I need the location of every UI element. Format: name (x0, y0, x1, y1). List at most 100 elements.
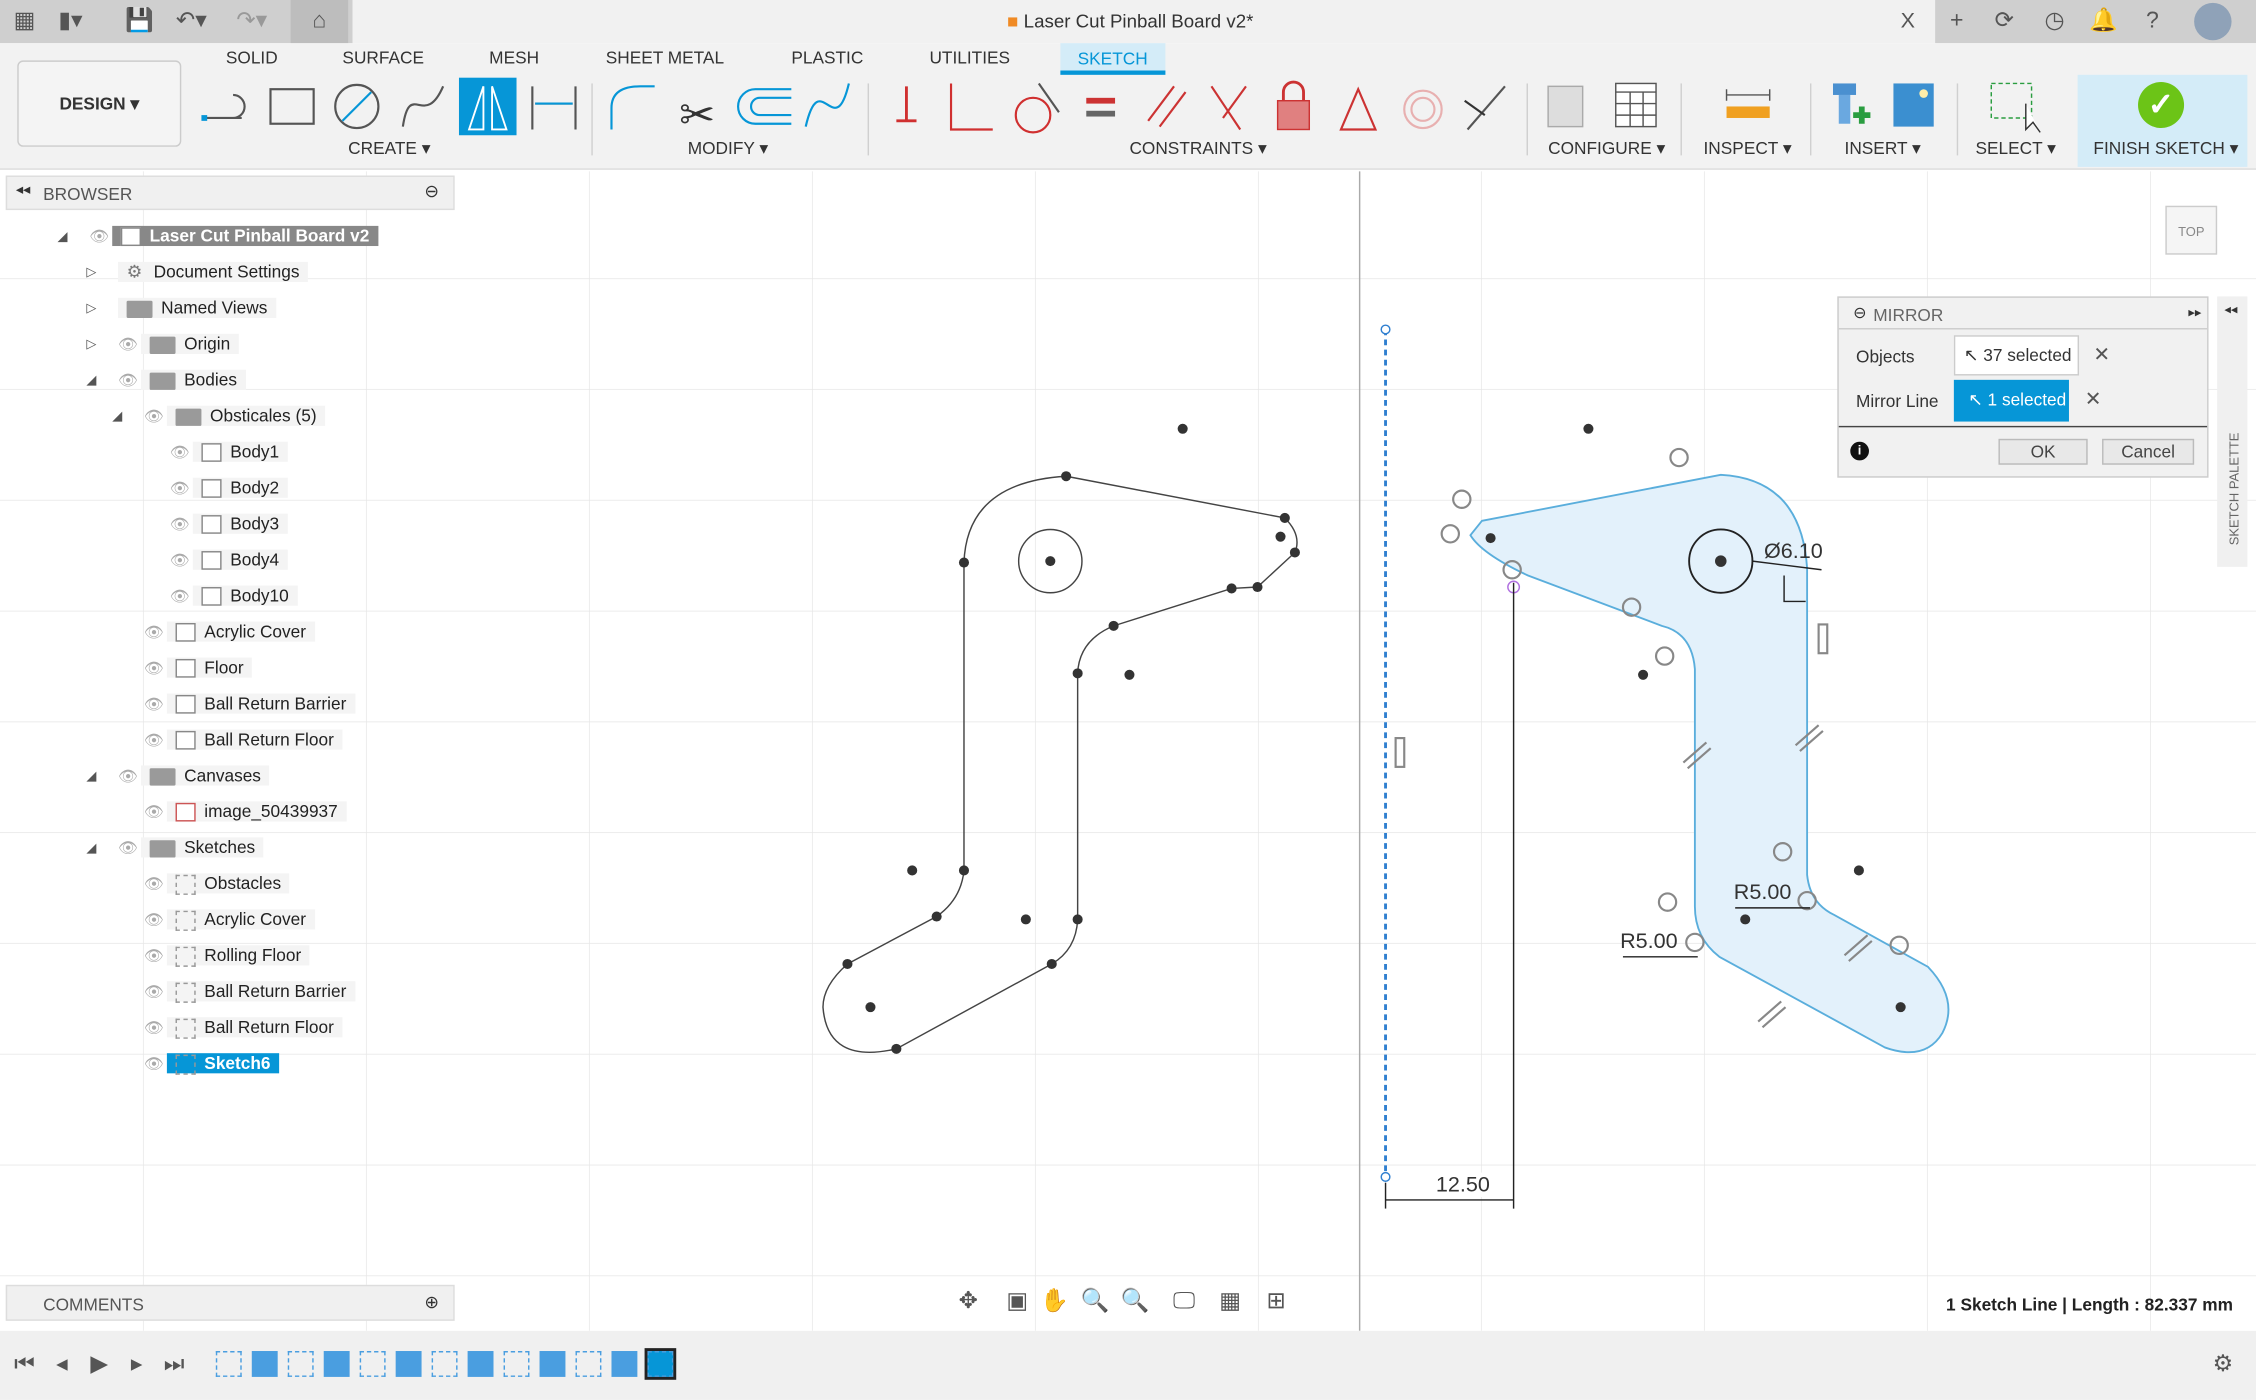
visibility-eye-icon[interactable]: 👁 (144, 1014, 167, 1043)
browser-item[interactable]: 👁 Canvases (118, 761, 270, 790)
dimension-diameter[interactable]: Ø6.10 (1764, 540, 1823, 564)
job-status-icon[interactable]: ◷ (2039, 0, 2071, 43)
visibility-eye-icon[interactable]: 👁 (170, 475, 193, 504)
browser-item[interactable]: 👁 Body1 (170, 437, 288, 466)
clear-mirror-line-icon[interactable]: ✕ (2085, 387, 2102, 411)
browser-item[interactable]: 👁 Rolling Floor (144, 941, 310, 970)
dimension-radius-1[interactable]: R5.00 (1734, 881, 1792, 905)
visibility-eye-icon[interactable]: 👁 (144, 403, 167, 432)
coincident-constraint-icon[interactable] (949, 83, 993, 131)
change-parameters-icon[interactable] (1547, 85, 1584, 128)
browser-item[interactable]: 👁 Ball Return Barrier (144, 977, 355, 1006)
sketch-palette-tab[interactable]: ◂◂ SKETCH PALETTE (2217, 296, 2248, 567)
visibility-eye-icon[interactable]: 👁 (170, 583, 193, 612)
comments-panel[interactable]: COMMENTS ⊕ (5, 1284, 455, 1321)
minus-circle-icon[interactable]: ⊖ (1853, 304, 1866, 322)
viewports-icon[interactable]: ⊞ (1260, 1285, 1292, 1320)
tab-utilities[interactable]: UTILITIES (929, 47, 1010, 67)
look-at-icon[interactable]: ▣ (1001, 1285, 1033, 1320)
visibility-eye-icon[interactable]: 👁 (144, 619, 167, 648)
timeline-feature-sketch[interactable] (287, 1351, 314, 1377)
insert-menu[interactable]: INSERT ▾ (1845, 138, 1921, 158)
save-icon[interactable]: 💾 (124, 0, 156, 43)
collapse-arrow-icon[interactable]: ◢ (86, 373, 96, 389)
measure-icon[interactable] (1725, 89, 1771, 118)
visibility-eye-icon[interactable]: 👁 (144, 727, 167, 756)
finish-sketch-label[interactable]: FINISH SKETCH ▾ (2093, 138, 2238, 158)
visibility-eye-icon[interactable]: 👁 (170, 511, 193, 540)
offset-tool-icon[interactable] (737, 88, 792, 125)
mirror-dialog-header[interactable]: ⊖ MIRROR ▸▸ (1838, 298, 2208, 330)
timeline-feature-sketch[interactable] (215, 1351, 242, 1377)
browser-minimize-icon[interactable]: ⊖ (424, 181, 438, 201)
visibility-eye-icon[interactable]: 👁 (144, 942, 167, 971)
browser-item[interactable]: 👁 Body10 (170, 581, 298, 610)
configure-table-icon[interactable] (1615, 82, 1657, 128)
help-icon[interactable]: ? (2137, 0, 2169, 43)
dimension-offset[interactable]: 12.50 (1435, 1172, 1490, 1198)
step-back-icon[interactable]: ◂ (46, 1331, 78, 1400)
timeline-feature-body[interactable] (467, 1351, 494, 1377)
browser-item[interactable]: 👁 Obsticales (5) (144, 401, 326, 432)
tab-sketch[interactable]: SKETCH (1060, 43, 1165, 75)
collapse-arrow-icon[interactable]: ◢ (86, 768, 96, 784)
tab-mesh[interactable]: MESH (489, 47, 539, 67)
pan-icon[interactable]: ✋ (1039, 1285, 1071, 1320)
objects-selection-field[interactable]: ↖ 37 selected (1953, 335, 2080, 376)
line-tool-icon[interactable] (201, 93, 246, 121)
home-icon[interactable]: ⌂ (290, 0, 349, 44)
insert-image-icon[interactable] (1893, 83, 1934, 127)
timeline-feature-sketch[interactable] (644, 1348, 677, 1380)
fix-constraint-icon[interactable] (896, 86, 917, 123)
orbit-icon[interactable]: ✥ (952, 1285, 984, 1320)
grid-settings-icon[interactable]: ▦ (1214, 1285, 1246, 1320)
browser-item[interactable]: 👁 Sketch6 (144, 1049, 280, 1079)
tangent-constraint-icon[interactable] (1014, 82, 1060, 134)
timeline-feature-body[interactable] (395, 1351, 422, 1377)
play-icon[interactable]: ▶ (83, 1331, 115, 1400)
timeline-feature-sketch[interactable] (431, 1351, 458, 1377)
fillet-tool-icon[interactable] (610, 85, 655, 130)
redo-icon[interactable]: ↷▾ (236, 0, 268, 43)
collapse-browser-icon[interactable]: ◂◂ (16, 183, 30, 199)
browser-item[interactable]: 👁 Laser Cut Pinball Board v2 (89, 222, 378, 251)
collapse-arrow-icon[interactable]: ◢ (58, 229, 68, 245)
visibility-eye-icon[interactable]: 👁 (144, 1050, 167, 1079)
browser-item[interactable]: 👁 Ball Return Floor (144, 725, 343, 754)
browser-item[interactable]: Named Views (117, 294, 276, 323)
zoom-window-icon[interactable]: 🔍 (1119, 1285, 1151, 1320)
timeline-feature-sketch[interactable] (359, 1351, 386, 1377)
workspace-switcher[interactable]: DESIGN ▾ (17, 60, 182, 147)
go-to-start-icon[interactable]: ⏮ (9, 1331, 41, 1400)
browser-item[interactable]: 👁 Acrylic Cover (144, 617, 315, 646)
go-to-end-icon[interactable]: ⏭ (158, 1331, 190, 1400)
symmetry-constraint-icon[interactable] (1464, 85, 1506, 131)
visibility-eye-icon[interactable]: 👁 (118, 763, 141, 792)
rectangle-tool-icon[interactable] (269, 88, 315, 125)
concentric-constraint-icon[interactable] (1403, 89, 1443, 130)
browser-item[interactable]: 👁 Body2 (170, 473, 288, 502)
visibility-eye-icon[interactable]: 👁 (144, 906, 167, 935)
ok-button[interactable]: OK (1998, 438, 2088, 465)
expand-dialog-icon[interactable]: ▸▸ (2188, 305, 2201, 321)
spline-tool-icon[interactable] (401, 85, 445, 127)
parallel-constraint-icon[interactable] (1147, 85, 1187, 128)
clear-objects-icon[interactable]: ✕ (2093, 342, 2110, 366)
timeline-feature-sketch[interactable] (575, 1351, 602, 1377)
tab-solid[interactable]: SOLID (226, 47, 278, 67)
visibility-eye-icon[interactable]: 👁 (170, 439, 193, 468)
midpoint-constraint-icon[interactable] (1339, 86, 1378, 131)
browser-item[interactable]: ⚙ Document Settings (117, 258, 309, 287)
browser-item[interactable]: 👁 Ball Return Barrier (144, 689, 355, 718)
mirror-tool-icon[interactable] (458, 77, 517, 136)
browser-item[interactable]: 👁 Sketches (118, 833, 264, 862)
trim-tool-icon[interactable]: ✂ (679, 91, 715, 139)
browser-item[interactable]: 👁 image_50439937 (144, 797, 347, 826)
view-cube[interactable]: TOP (2165, 205, 2218, 255)
inspect-menu[interactable]: INSPECT ▾ (1704, 138, 1792, 158)
select-window-icon[interactable] (1990, 82, 2041, 133)
timeline-settings-gear-icon[interactable]: ⚙ (2207, 1331, 2239, 1400)
equal-constraint-icon[interactable] (1086, 97, 1116, 117)
visibility-eye-icon[interactable]: 👁 (144, 978, 167, 1007)
browser-item[interactable]: 👁 Acrylic Cover (144, 905, 315, 934)
